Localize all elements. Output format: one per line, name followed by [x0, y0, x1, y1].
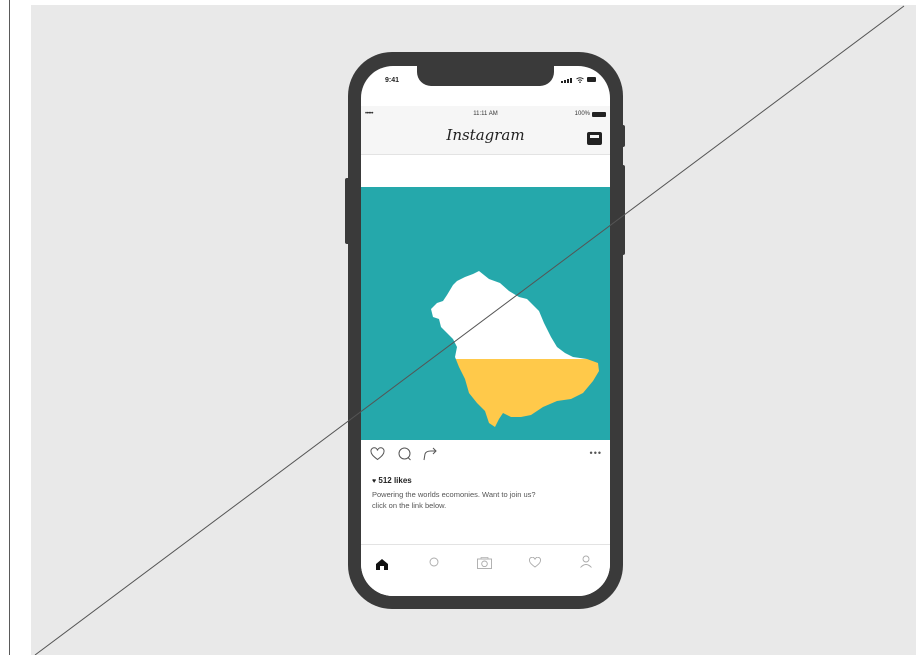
activity-heart-icon[interactable]	[529, 557, 541, 568]
search-icon[interactable]	[429, 557, 439, 567]
instagram-header: ••••• 11:11 AM 100% Instagram	[361, 106, 610, 155]
battery-icon	[592, 111, 606, 117]
comment-icon[interactable]	[397, 447, 412, 461]
battery-icon	[587, 77, 596, 82]
home-icon[interactable]	[376, 559, 388, 570]
profile-icon[interactable]	[580, 555, 592, 568]
bottom-tab-bar	[361, 544, 610, 596]
post-image[interactable]	[361, 187, 610, 440]
left-divider	[9, 0, 10, 655]
device-status-bar: 9:41	[361, 75, 610, 89]
map-lower-region	[431, 359, 599, 427]
device-time: 9:41	[385, 77, 400, 84]
like-heart-icon: ♥	[372, 478, 377, 485]
map-illustration	[431, 271, 599, 427]
caption-line-1: Powering the worlds ecomonies. Want to j…	[372, 490, 536, 499]
share-icon[interactable]	[423, 447, 439, 461]
more-options-icon[interactable]: •••	[590, 448, 602, 458]
heart-icon[interactable]	[370, 447, 385, 461]
post-actions: •••	[361, 444, 610, 466]
likes-label: 512 likes	[378, 476, 412, 485]
post-caption: Powering the worlds ecomonies. Want to j…	[372, 489, 597, 511]
instagram-logo: Instagram	[446, 126, 525, 144]
battery-percent: 100%	[574, 111, 590, 117]
signal-icon	[561, 76, 573, 83]
app-clock: 11:11 AM	[473, 111, 498, 117]
camera-icon[interactable]	[477, 557, 492, 569]
phone-screen: 9:41 ••••• 11:11 AM 100% Instagram ••• ♥…	[361, 66, 610, 596]
wifi-icon	[576, 76, 584, 83]
inbox-icon[interactable]	[587, 132, 602, 145]
map-upper-region	[431, 271, 599, 359]
likes-count: ♥ 512 likes	[372, 476, 412, 485]
caption-line-2: click on the link below.	[372, 501, 447, 510]
